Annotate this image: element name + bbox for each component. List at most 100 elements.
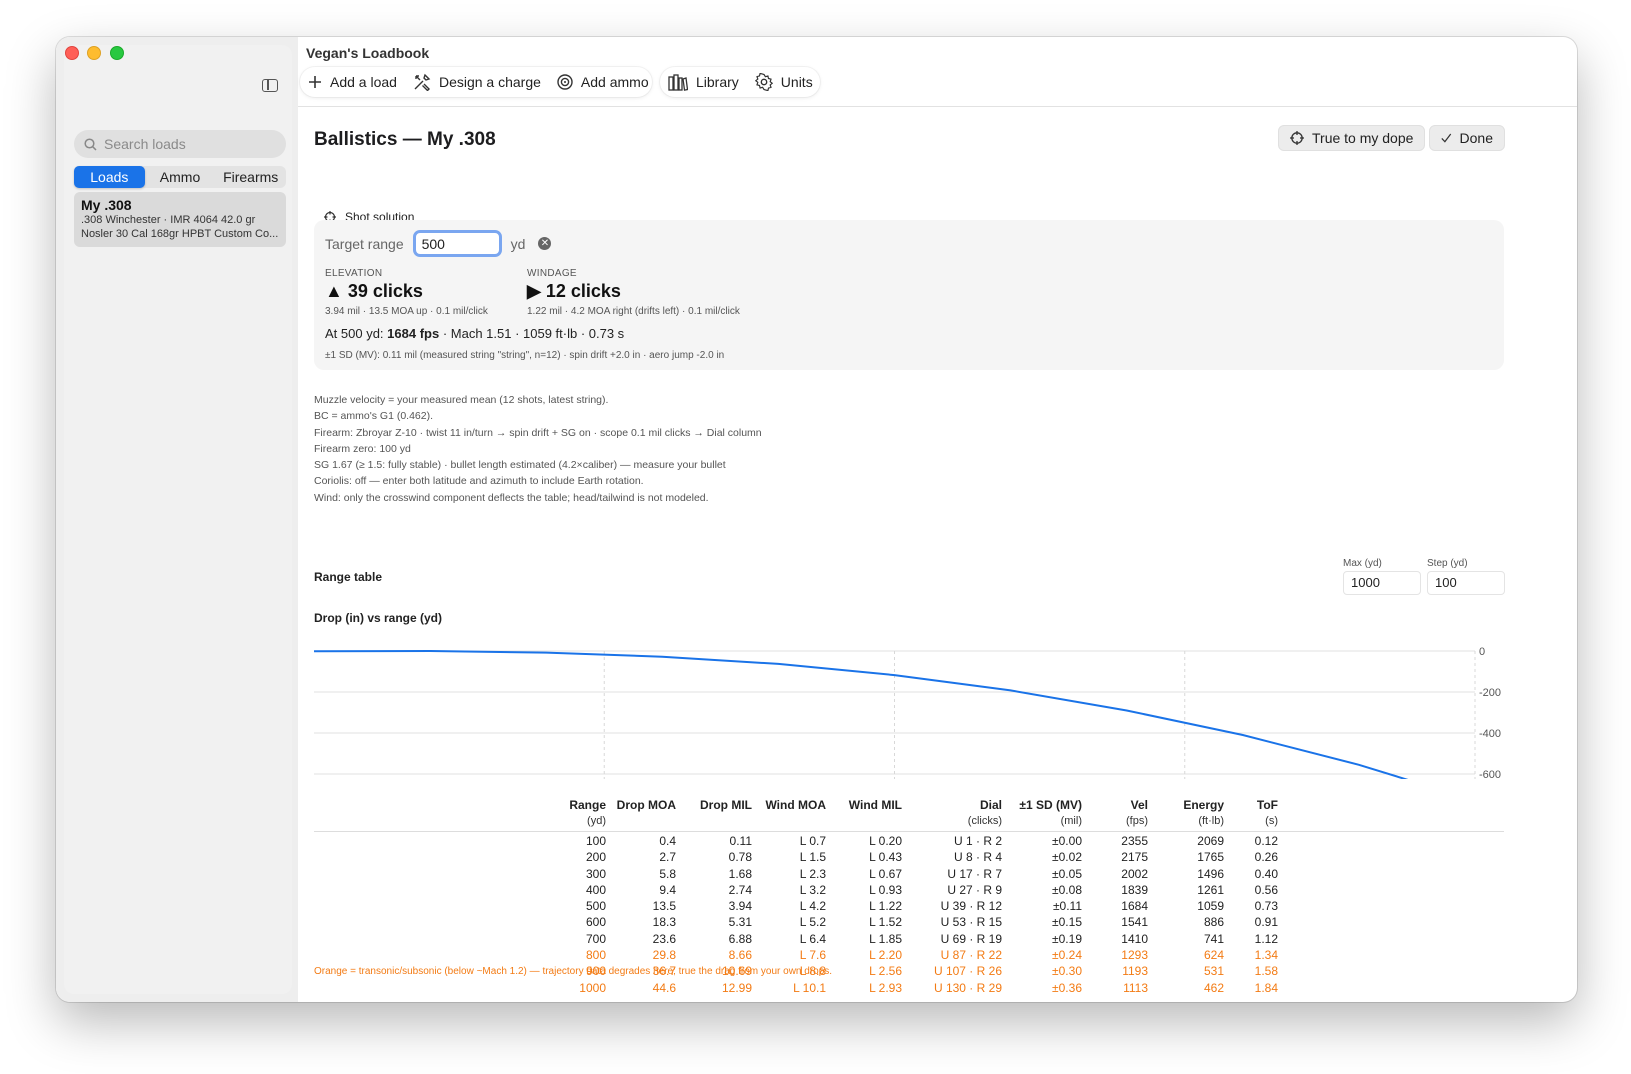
- column-unit: (ft·lb): [1198, 815, 1224, 827]
- table-cell: L 6.4: [799, 931, 826, 946]
- table-cell: 2355: [1121, 834, 1148, 848]
- table-cell: 1261: [1197, 882, 1224, 897]
- table-cell: U 8 · R 4: [953, 850, 1002, 865]
- table-cell: 886: [1203, 915, 1224, 930]
- column-header: Drop MOA: [617, 797, 676, 829]
- table-cell: 44.6: [652, 980, 676, 995]
- close-window-button[interactable]: [65, 46, 79, 60]
- tab-loads[interactable]: Loads: [74, 166, 145, 188]
- table-cell: 1.58: [1254, 964, 1278, 979]
- table-cell: 3.94: [728, 899, 752, 914]
- units-label: Units: [780, 74, 813, 90]
- table-cell: ±0.36: [1052, 980, 1082, 995]
- sidebar-toggle-icon[interactable]: [262, 79, 278, 92]
- add-ammo-button[interactable]: Add ammo: [549, 67, 657, 97]
- search-input[interactable]: Search loads: [74, 130, 286, 158]
- toolbar-group-actions: Add a load Design a charge Add ammo: [300, 67, 652, 97]
- target-range-label: Target range: [325, 235, 404, 252]
- tab-ammo[interactable]: Ammo: [145, 166, 216, 188]
- step-field[interactable]: 100: [1427, 571, 1505, 595]
- table-cell: 1.12: [1254, 931, 1278, 946]
- table-cell: 1059: [1197, 899, 1224, 914]
- table-header: Range (yd) Drop MOA Drop MIL Wind MOA Wind…: [314, 797, 1504, 832]
- table-cell: 1410: [1121, 931, 1148, 946]
- table-cell: 1.84: [1254, 980, 1278, 995]
- column-title: Energy: [1183, 798, 1224, 812]
- table-cell: L 2.3: [799, 866, 826, 881]
- clear-range-icon[interactable]: ✕: [538, 237, 552, 250]
- column-title: ToF: [1256, 798, 1278, 812]
- column-header: Range (yd): [569, 797, 606, 829]
- at-range-rest: · Mach 1.51 · 1059 ft·lb · 0.73 s: [439, 326, 625, 341]
- target-range-input[interactable]: 500: [412, 230, 502, 257]
- table-cell: 300: [585, 866, 606, 881]
- table-cell: L 1.5: [799, 850, 826, 865]
- search-icon: [84, 137, 97, 151]
- sd-summary: ±1 SD (MV): 0.11 mil (measured string "s…: [325, 350, 725, 361]
- main-area: Vegan's Loadbook Add a load Design a cha…: [298, 37, 1577, 1002]
- app-window: Search loads Loads Ammo Firearms My .308…: [56, 37, 1577, 1002]
- books-icon: [668, 73, 688, 91]
- table-cell: 1293: [1121, 948, 1148, 963]
- table-cell: L 1.52: [869, 915, 902, 930]
- at-range-summary: At 500 yd: 1684 fps · Mach 1.51 · 1059 f…: [325, 326, 624, 341]
- table-cell: L 3.2: [799, 882, 826, 897]
- max-range-field[interactable]: 1000: [1343, 571, 1421, 595]
- assumption-notes: Muzzle velocity = your measured mean (12…: [314, 392, 762, 506]
- table-cell: 462: [1203, 980, 1224, 995]
- table-cell: 1.34: [1254, 948, 1278, 963]
- table-cell: ±0.05: [1052, 866, 1082, 881]
- tab-firearms[interactable]: Firearms: [215, 166, 286, 188]
- units-button[interactable]: Units: [747, 67, 821, 97]
- true-to-dope-label: True to my dope: [1312, 130, 1414, 146]
- gear-icon: [754, 73, 773, 91]
- table-row: 1000 44.6 12.99 L 10.1 L 2.93 U 130 · R 29 ±0.…: [314, 980, 1504, 996]
- elevation-stat: ELEVATION ▲ 39 clicks 3.94 mil · 13.5 MO…: [325, 268, 488, 317]
- table-cell: 1839: [1121, 882, 1148, 897]
- table-cell: 1113: [1123, 980, 1148, 995]
- table-cell: 1684: [1121, 899, 1148, 914]
- table-cell: 29.8: [652, 948, 676, 963]
- table-cell: U 39 · R 12: [940, 899, 1002, 914]
- column-header: Vel (fps): [1126, 797, 1148, 829]
- table-cell: 1000: [579, 980, 606, 995]
- windage-label: WINDAGE: [527, 268, 577, 279]
- table-cell: ±0.15: [1052, 915, 1082, 930]
- true-to-dope-button[interactable]: True to my dope: [1278, 125, 1426, 151]
- column-header: Wind MIL: [849, 797, 902, 829]
- load-list-item[interactable]: My .308 .308 Winchester · IMR 4064 42.0 …: [74, 192, 286, 247]
- zoom-window-button[interactable]: [110, 46, 124, 60]
- table-cell: 0.56: [1254, 882, 1278, 897]
- table-cell: 2002: [1121, 866, 1148, 881]
- design-charge-label: Design a charge: [438, 74, 541, 90]
- table-row: 400 9.4 2.74 L 3.2 L 0.93 U 27 · R 9 ±0.08 1839…: [314, 882, 1504, 898]
- design-charge-button[interactable]: Design a charge: [405, 67, 549, 97]
- table-cell: 400: [585, 882, 606, 897]
- table-cell: L 7.6: [799, 948, 826, 963]
- table-cell: 2.7: [659, 850, 676, 865]
- table-cell: L 1.22: [869, 899, 902, 914]
- done-button[interactable]: Done: [1429, 125, 1505, 151]
- column-header: Drop MIL: [700, 797, 752, 829]
- add-load-label: Add a load: [330, 74, 397, 90]
- library-button[interactable]: Library: [660, 67, 747, 97]
- column-title: Range: [569, 798, 606, 812]
- table-cell: 100: [585, 834, 606, 848]
- column-title: Dial: [979, 798, 1002, 812]
- table-cell: L 0.93: [869, 882, 902, 897]
- table-cell: L 4.2: [799, 899, 826, 914]
- table-cell: 800: [585, 948, 606, 963]
- table-cell: 1193: [1122, 964, 1148, 979]
- table-cell: 2.74: [728, 882, 752, 897]
- table-cell: 200: [585, 850, 606, 865]
- column-header: ToF (s): [1257, 797, 1278, 829]
- column-unit: [849, 813, 902, 829]
- add-load-button[interactable]: Add a load: [300, 67, 405, 97]
- table-cell: 1765: [1197, 850, 1224, 865]
- sidebar: Search loads Loads Ammo Firearms My .308…: [56, 37, 298, 1002]
- table-cell: 0.40: [1254, 866, 1278, 881]
- note-line: Coriolis: off — enter both latitude and …: [314, 475, 644, 488]
- minimize-window-button[interactable]: [87, 46, 101, 60]
- note-line: Firearm zero: 100 yd: [314, 442, 411, 455]
- windage-value: 12 clicks: [545, 281, 621, 301]
